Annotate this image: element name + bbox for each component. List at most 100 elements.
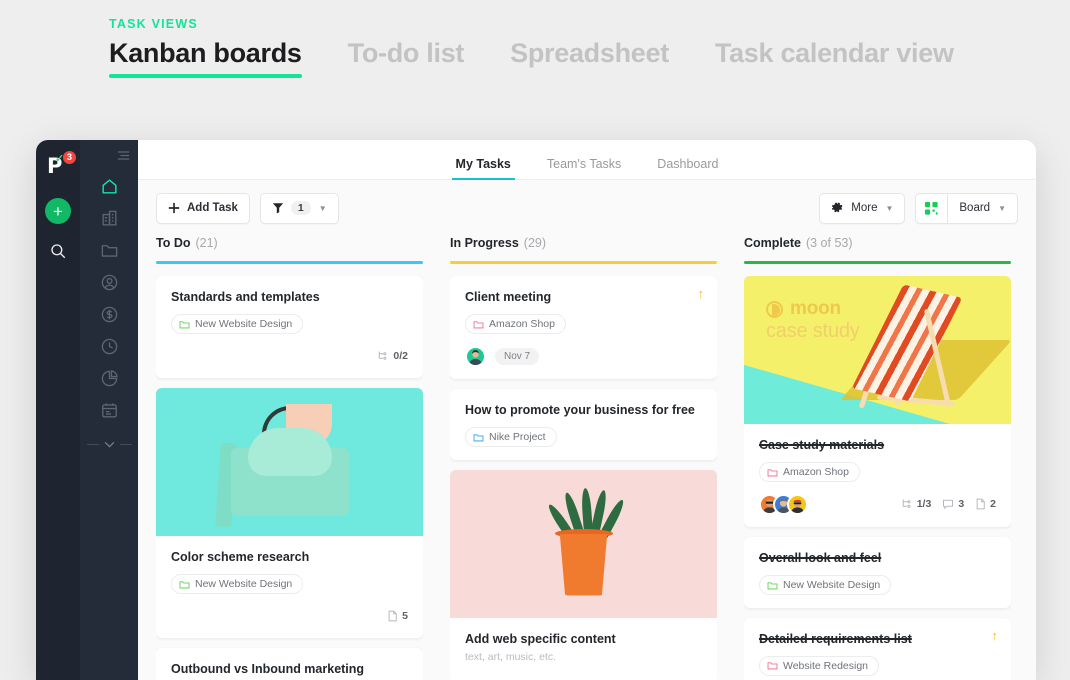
column-accent-rule <box>156 261 423 264</box>
notification-badge[interactable]: 3 <box>62 150 77 165</box>
column-cards: ↑ Client meeting Amazon Shop <box>450 276 717 680</box>
bag-flap <box>248 428 332 476</box>
card-body: Add web specific content text, art, musi… <box>450 618 717 680</box>
card-body: How to promote your business for free Ni… <box>450 389 717 460</box>
subtask-count: 1/3 <box>917 498 932 510</box>
task-card[interactable]: ↑ Detailed requirements list Website Red… <box>744 618 1011 680</box>
task-card[interactable]: Add web specific content text, art, musi… <box>450 470 717 680</box>
subtask-count: 0/2 <box>393 350 408 362</box>
avatar-photo <box>789 496 806 513</box>
card-body: Client meeting Amazon Shop <box>450 276 717 379</box>
comment-meta: 3 <box>942 498 964 510</box>
assignee-avatars[interactable] <box>465 346 486 367</box>
chevron-down-icon: ▼ <box>998 204 1006 213</box>
column-title: Complete <box>744 236 801 250</box>
project-tag[interactable]: New Website Design <box>171 574 303 594</box>
more-button[interactable]: More ▼ <box>819 193 905 224</box>
board-layout-icon-button[interactable] <box>915 193 948 224</box>
search-icon[interactable] <box>49 242 67 265</box>
main-panel: My Tasks Team's Tasks Dashboard Add Task… <box>138 140 1036 680</box>
view-tab-spreadsheet[interactable]: Spreadsheet <box>510 38 669 78</box>
subtask-meta: 1/3 <box>901 498 932 510</box>
project-tag-label: New Website Design <box>195 318 292 330</box>
collapse-sidebar-icon[interactable] <box>117 148 131 166</box>
folder-icon <box>179 319 190 330</box>
sidebar-item-time-tracking[interactable] <box>92 331 126 362</box>
subtask-icon <box>377 350 389 362</box>
folder-icon <box>767 660 778 671</box>
filter-button[interactable]: 1 ▼ <box>260 193 339 224</box>
project-tag[interactable]: Website Redesign <box>759 656 879 676</box>
column-title: To Do <box>156 236 190 250</box>
view-tab-todo-list[interactable]: To-do list <box>348 38 464 78</box>
sidebar-item-reports[interactable] <box>92 363 126 394</box>
column-header: In Progress (29) <box>450 236 717 261</box>
project-tag[interactable]: New Website Design <box>171 314 303 334</box>
project-tag-label: New Website Design <box>783 579 880 591</box>
attachment-count: 5 <box>402 610 408 622</box>
card-subtitle: text, art, music, etc. <box>465 651 702 663</box>
sidebar-primary-rail: P ✓ 3 + <box>36 140 80 680</box>
card-title: Standards and templates <box>171 289 408 305</box>
project-tag-label: Website Redesign <box>783 660 868 672</box>
card-cover-image-plant <box>450 470 717 618</box>
board-toolbar: Add Task 1 ▼ More ▼ Board ▼ <box>138 180 1036 236</box>
sidebar-expand-toggle[interactable] <box>87 441 132 448</box>
view-tab-task-calendar-view[interactable]: Task calendar view <box>715 38 954 78</box>
project-tag[interactable]: Nike Project <box>465 427 557 447</box>
task-card[interactable]: Overall look and feel New Website Design <box>744 537 1011 608</box>
attachment-meta: 2 <box>975 498 996 510</box>
card-title: Overall look and feel <box>759 550 996 566</box>
task-card[interactable]: How to promote your business for free Ni… <box>450 389 717 460</box>
add-new-button[interactable]: + <box>45 198 71 224</box>
card-title: Detailed requirements list <box>759 631 996 647</box>
project-tag-label: New Website Design <box>195 578 292 590</box>
sidebar-item-building[interactable] <box>92 203 126 234</box>
project-tag[interactable]: Amazon Shop <box>465 314 566 334</box>
moon-subtitle-text: case study <box>766 320 860 343</box>
card-footer: 5 <box>171 606 408 626</box>
subtask-meta: 0/2 <box>377 350 408 362</box>
card-footer: 0/2 <box>171 346 408 366</box>
project-tag[interactable]: New Website Design <box>759 575 891 595</box>
subtask-icon <box>901 498 913 510</box>
avatar[interactable] <box>465 346 486 367</box>
moon-brand-text: moon <box>790 298 841 320</box>
view-mode-button[interactable]: Board ▼ <box>948 193 1018 224</box>
folder-icon <box>767 580 778 591</box>
view-tab-kanban-boards[interactable]: Kanban boards <box>109 38 302 78</box>
page-header: Task views Kanban boards To-do list Spre… <box>0 0 1070 135</box>
deck-chair-illustration <box>849 286 989 418</box>
divider-dash-left <box>87 444 99 446</box>
chevron-down-icon: ▼ <box>319 204 327 213</box>
app-logo[interactable]: P ✓ 3 <box>44 152 72 180</box>
task-card[interactable]: Outbound vs Inbound marketing <box>156 648 423 680</box>
avatar[interactable] <box>787 494 808 515</box>
card-title: Outbound vs Inbound marketing <box>171 661 408 677</box>
card-title: Add web specific content <box>465 631 702 647</box>
sidebar-item-folder[interactable] <box>92 235 126 266</box>
task-card[interactable]: ↑ Client meeting Amazon Shop <box>450 276 717 379</box>
tab-my-tasks[interactable]: My Tasks <box>456 157 511 179</box>
sidebar-item-calendar[interactable] <box>92 395 126 426</box>
card-body: Detailed requirements list Website Redes… <box>744 618 1011 680</box>
priority-flag-icon: ↑ <box>698 287 705 300</box>
due-date-chip[interactable]: Nov 7 <box>495 348 539 365</box>
document-icon <box>975 498 986 510</box>
sidebar-item-user[interactable] <box>92 267 126 298</box>
card-footer: Nov 7 <box>465 346 702 367</box>
tab-teams-tasks[interactable]: Team's Tasks <box>547 157 621 179</box>
project-tag[interactable]: Amazon Shop <box>759 462 860 482</box>
tab-dashboard[interactable]: Dashboard <box>657 157 718 179</box>
folder-icon <box>179 579 190 590</box>
add-task-button[interactable]: Add Task <box>156 193 250 224</box>
assignee-avatars[interactable] <box>759 494 808 515</box>
task-card[interactable]: Color scheme research New Website Design… <box>156 388 423 638</box>
folder-icon <box>473 432 484 443</box>
task-card[interactable]: moon case study Case study materials Ama… <box>744 276 1011 527</box>
column-header: To Do (21) <box>156 236 423 261</box>
document-icon <box>387 610 398 622</box>
sidebar-item-home[interactable] <box>92 171 126 202</box>
sidebar-item-billing[interactable] <box>92 299 126 330</box>
task-card[interactable]: Standards and templates New Website Desi… <box>156 276 423 378</box>
